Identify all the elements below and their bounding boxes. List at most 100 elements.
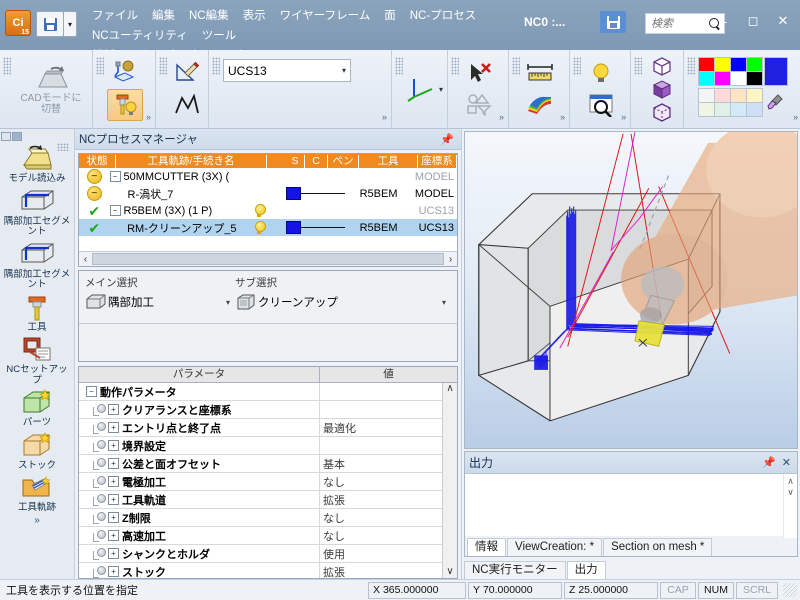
nc-tree-row[interactable]: − −50MMCUTTER (3X) (MODEL <box>79 168 457 185</box>
ucs-group-expand[interactable]: » <box>382 112 387 122</box>
menu-item-file[interactable]: ファイル <box>85 6 145 26</box>
color-analysis-button[interactable] <box>523 90 557 120</box>
tree-expander[interactable]: − <box>109 205 121 216</box>
parameter-knob-icon[interactable] <box>92 493 106 506</box>
tree-expander[interactable]: + <box>108 566 119 577</box>
tree-expander[interactable]: + <box>108 494 119 505</box>
ucs-combobox[interactable]: UCS13 ▾ <box>223 59 352 82</box>
parameter-value-cell[interactable]: なし <box>320 474 442 490</box>
sidebar-restore-icon[interactable] <box>12 132 22 141</box>
parameter-row[interactable]: + 境界設定 <box>79 437 442 455</box>
scroll-down-icon[interactable]: ∨ <box>446 566 453 578</box>
chevron-down-icon[interactable]: ▾ <box>226 298 235 307</box>
color-swatch[interactable] <box>730 102 748 117</box>
menu-item-nc-process[interactable]: NC-プロセス <box>403 6 483 26</box>
tree-expander[interactable]: + <box>108 548 119 559</box>
nc-row-lamp[interactable] <box>252 204 267 217</box>
parameter-knob-icon[interactable] <box>92 511 106 524</box>
measure-distance-button[interactable] <box>523 58 557 88</box>
pin-icon[interactable]: 📌 <box>762 456 776 469</box>
close-icon[interactable]: ✕ <box>782 456 791 469</box>
display-group-expand[interactable]: » <box>621 112 626 122</box>
quick-access-dropdown[interactable]: ▾ <box>64 11 77 37</box>
sidebar-item-corner-machining-1[interactable]: 隅部加工セグメント <box>1 187 73 238</box>
output-vscrollbar[interactable]: ∧ ∨ <box>783 474 797 538</box>
tool-probe-button[interactable] <box>108 57 142 87</box>
close-button[interactable]: ✕ <box>768 8 798 34</box>
sidebar-grip[interactable] <box>57 143 69 151</box>
nc-row-lamp[interactable] <box>252 221 267 234</box>
parameter-knob-icon[interactable] <box>92 475 106 488</box>
group-grip[interactable] <box>687 57 696 75</box>
group-grip[interactable] <box>573 57 582 75</box>
sub-selection-combobox[interactable]: クリーンアップ ▾ <box>235 291 451 313</box>
tab-view-creation[interactable]: ViewCreation: * <box>507 538 603 556</box>
group-grip[interactable] <box>451 57 460 75</box>
parameter-value-cell[interactable]: 最適化 <box>320 420 442 436</box>
parameter-knob-icon[interactable] <box>92 421 106 434</box>
sidebar-minimize-icon[interactable] <box>1 132 11 141</box>
tab-section-on-mesh[interactable]: Section on mesh * <box>603 538 713 556</box>
pen-color-swatch[interactable] <box>285 221 301 234</box>
group-grip[interactable] <box>512 57 521 75</box>
menu-item-edit[interactable]: 編集 <box>145 6 182 26</box>
tree-expander[interactable]: + <box>108 404 119 415</box>
menu-item-wireframe[interactable]: ワイヤーフレーム <box>273 6 378 26</box>
scroll-up-icon[interactable]: ∧ <box>446 383 453 395</box>
output-content[interactable]: ∧ ∨ <box>465 474 797 538</box>
tree-expander[interactable]: − <box>86 386 97 397</box>
nc-tree-row[interactable]: ✔ RM-クリーンアップ_5 R5BEM UCS13 <box>79 219 457 236</box>
title-save-button[interactable] <box>600 11 626 33</box>
tree-expander[interactable]: + <box>108 512 119 523</box>
scrollbar-thumb[interactable] <box>92 253 444 265</box>
parameter-row[interactable]: + Z制限 なし <box>79 509 442 527</box>
scroll-up-icon[interactable]: ∧ <box>787 476 794 487</box>
color-swatch[interactable] <box>714 102 732 117</box>
tree-expander[interactable]: − <box>109 171 121 182</box>
chevron-down-icon[interactable]: ▾ <box>342 66 346 75</box>
tool-group-expand[interactable]: » <box>146 112 151 122</box>
pen-color-swatch[interactable] <box>285 187 301 200</box>
color-swatch[interactable] <box>698 71 716 86</box>
nc-row-pen[interactable] <box>285 187 345 200</box>
filter-select-button[interactable] <box>462 90 496 120</box>
tree-expander[interactable]: + <box>108 458 119 469</box>
tree-expander[interactable]: + <box>108 530 119 541</box>
quick-save-button[interactable] <box>36 11 64 37</box>
group-grip[interactable] <box>212 57 221 75</box>
tree-expander[interactable]: + <box>108 476 119 487</box>
view-wireframe-button[interactable] <box>645 55 679 77</box>
nc-tree-row[interactable]: − R-渦状_7 R5BEM MODEL <box>79 185 457 202</box>
cad-mode-button[interactable]: CADモードに切替 <box>14 61 88 117</box>
eyedropper-button[interactable] <box>764 88 786 115</box>
parameter-row[interactable]: + 高速加工 なし <box>79 527 442 545</box>
group-grip[interactable] <box>159 57 168 75</box>
parameter-knob-icon[interactable] <box>92 565 106 578</box>
color-swatch[interactable] <box>746 71 764 86</box>
scroll-down-icon[interactable]: ∨ <box>787 487 794 498</box>
color-swatch[interactable] <box>746 102 764 117</box>
parameter-value-cell[interactable]: なし <box>320 510 442 526</box>
group-grip[interactable] <box>395 57 404 75</box>
parameter-row[interactable]: + エントリ点と終了点 最適化 <box>79 419 442 437</box>
parameter-row[interactable]: + クリアランスと座標系 <box>79 401 442 419</box>
select-group-expand[interactable]: » <box>499 112 504 122</box>
parameters-vscrollbar[interactable]: ∧ ∨ <box>442 383 457 578</box>
color-swatch[interactable] <box>730 57 748 72</box>
color-swatch[interactable] <box>746 57 764 72</box>
color-swatch[interactable] <box>714 71 732 86</box>
resize-grip[interactable] <box>783 583 797 597</box>
parameter-knob-icon[interactable] <box>92 457 106 470</box>
main-selection-combobox[interactable]: 隅部加工 ▾ <box>85 291 235 313</box>
group-grip[interactable] <box>96 57 104 75</box>
menu-item-surface[interactable]: 面 <box>377 6 403 26</box>
parameter-value-cell[interactable]: 使用 <box>320 546 442 562</box>
edit-geometry-button[interactable] <box>170 58 204 88</box>
view-shaded-button[interactable] <box>645 78 679 100</box>
parameter-row[interactable]: + 工具軌道 拡張 <box>79 491 442 509</box>
colors-group-expand[interactable]: » <box>793 112 798 122</box>
color-swatch[interactable] <box>746 88 764 103</box>
parameter-value-cell[interactable]: なし <box>320 528 442 544</box>
menu-item-nc-edit[interactable]: NC編集 <box>182 6 236 26</box>
tab-nc-exec-monitor[interactable]: NC実行モニター <box>464 561 566 579</box>
